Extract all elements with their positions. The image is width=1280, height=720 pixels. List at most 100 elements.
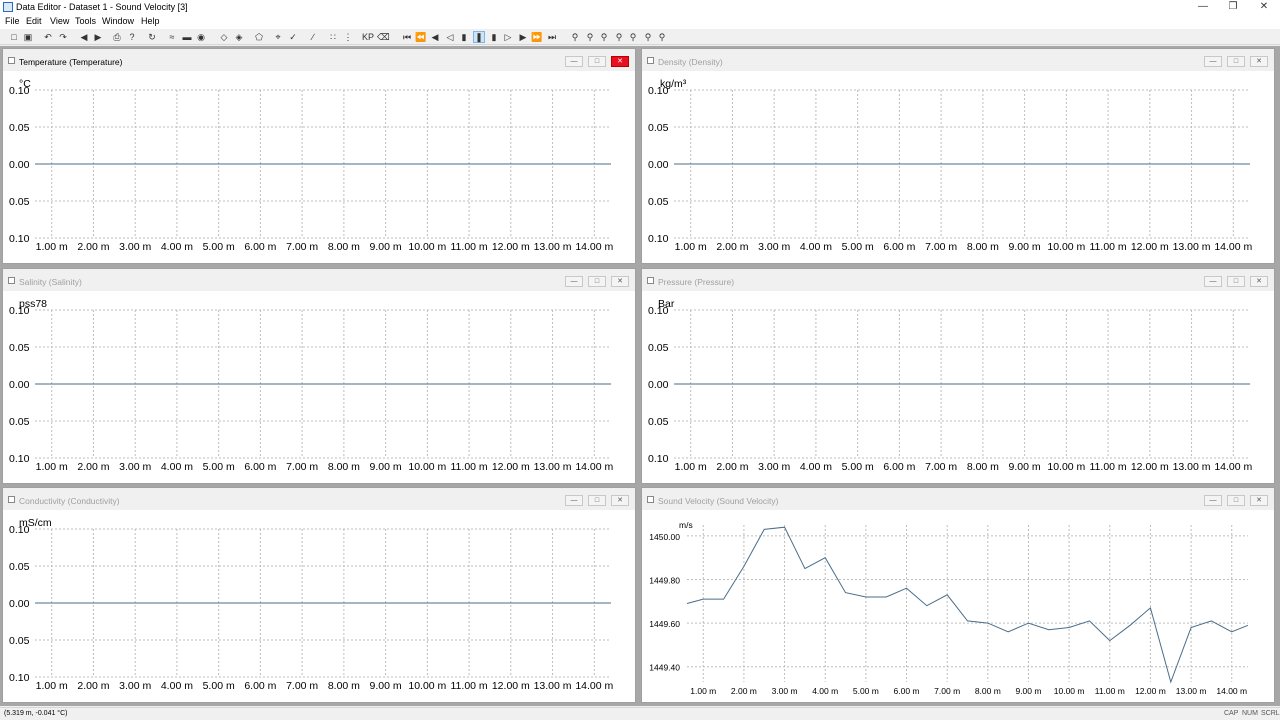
- temperature-title: Temperature (Temperature): [19, 57, 123, 67]
- menu-help[interactable]: Help: [141, 16, 160, 26]
- panel-minimize-icon[interactable]: —: [1204, 56, 1222, 67]
- panel-minimize-icon[interactable]: —: [1204, 276, 1222, 287]
- select-icon[interactable]: ◇: [218, 31, 230, 43]
- x-tick-label: 14.00 m: [575, 461, 613, 473]
- back-icon[interactable]: ◀: [78, 31, 90, 43]
- menu-tools[interactable]: Tools: [75, 16, 96, 26]
- forward-icon[interactable]: ▶: [92, 31, 104, 43]
- menu-file[interactable]: File: [5, 16, 20, 26]
- panel-salinity[interactable]: Salinity (Salinity) — □ ✕ 1.00 m 2.00 m 3.00 m…: [2, 268, 636, 484]
- zoom-out-icon[interactable]: ⚲: [598, 31, 610, 43]
- first-icon[interactable]: ⏮: [401, 31, 413, 43]
- pressure-chart[interactable]: 1.00 m 2.00 m 3.00 m 4.00 m 5.00 m 6.00 m 7.00…: [642, 291, 1274, 483]
- kp-button[interactable]: KP: [361, 31, 375, 43]
- y-tick-label: 0.05: [9, 416, 30, 428]
- check-icon[interactable]: ✓: [287, 31, 299, 43]
- panel-pressure[interactable]: Pressure (Pressure) — □ ✕ 1.00 m 2.00 m 3.00 m…: [641, 268, 1275, 484]
- y-tick-label: 0.05: [648, 342, 669, 354]
- x-tick-label: 11.00 m: [451, 680, 488, 692]
- menu-view[interactable]: View: [50, 16, 69, 26]
- x-tick-label: 11.00 m: [1090, 241, 1127, 253]
- density-chart[interactable]: 1.00 m 2.00 m 3.00 m 4.00 m 5.00 m 6.00 m 7.00…: [642, 71, 1274, 263]
- menu-window[interactable]: Window: [102, 16, 134, 26]
- back-one-icon[interactable]: ◁: [444, 31, 456, 43]
- step-back-icon[interactable]: ◀: [429, 31, 441, 43]
- panel-window-icon: [647, 57, 654, 64]
- panel-close-icon[interactable]: ✕: [611, 495, 629, 506]
- redo-icon[interactable]: ↷: [57, 31, 69, 43]
- x-tick-label: 6.00 m: [883, 241, 915, 253]
- panel-minimize-icon[interactable]: —: [1204, 495, 1222, 506]
- zoom-icon[interactable]: ⚲: [569, 31, 581, 43]
- panel-close-icon[interactable]: ✕: [1250, 495, 1268, 506]
- panel-close-icon[interactable]: ✕: [611, 276, 629, 287]
- y-tick-label: 0.10: [9, 233, 30, 245]
- zoom-fit-icon[interactable]: ⚲: [613, 31, 625, 43]
- save-icon[interactable]: ▣: [22, 31, 34, 43]
- scatter-icon[interactable]: ⋮: [342, 31, 354, 43]
- panel-maximize-icon[interactable]: □: [1227, 276, 1245, 287]
- pause-icon[interactable]: ❚: [473, 31, 485, 43]
- zoom-extent-icon[interactable]: ⚲: [627, 31, 639, 43]
- panel-maximize-icon[interactable]: □: [588, 495, 606, 506]
- panel-maximize-icon[interactable]: □: [588, 276, 606, 287]
- sound-velocity-title-bar[interactable]: Sound Velocity (Sound Velocity) — □ ✕: [642, 488, 1274, 510]
- erase-icon[interactable]: ⌫: [377, 31, 390, 43]
- panel-temperature[interactable]: Temperature (Temperature) — □ ✕ 1.00 m 2.00 m…: [2, 48, 636, 264]
- close-icon[interactable]: ✕: [1249, 0, 1279, 15]
- panel-minimize-icon[interactable]: —: [565, 495, 583, 506]
- panel-maximize-icon[interactable]: □: [1227, 495, 1245, 506]
- fast-back-icon[interactable]: ⏪: [415, 31, 427, 43]
- play-icon[interactable]: ▷: [502, 31, 514, 43]
- prev-frame-icon[interactable]: ▮: [458, 31, 470, 43]
- globe-icon[interactable]: ◉: [195, 31, 207, 43]
- minimize-icon[interactable]: —: [1188, 0, 1218, 15]
- zoom-in-icon[interactable]: ⚲: [584, 31, 596, 43]
- salinity-chart[interactable]: 1.00 m 2.00 m 3.00 m 4.00 m 5.00 m 6.00 m 7.00…: [3, 291, 635, 483]
- salinity-title-bar[interactable]: Salinity (Salinity) — □ ✕: [3, 269, 635, 291]
- restore-icon[interactable]: ❐: [1218, 0, 1248, 15]
- x-tick-label: 4.00 m: [161, 461, 193, 473]
- panel-close-icon[interactable]: ✕: [1250, 276, 1268, 287]
- zoom-window-icon[interactable]: ⚲: [642, 31, 654, 43]
- new-icon[interactable]: □: [8, 31, 20, 43]
- panel-minimize-icon[interactable]: —: [565, 56, 583, 67]
- panel-maximize-icon[interactable]: □: [588, 56, 606, 67]
- refresh-icon[interactable]: ↻: [146, 31, 158, 43]
- panel-density[interactable]: Density (Density) — □ ✕ 1.00 m 2.00 m 3.00 m 4.…: [641, 48, 1275, 264]
- fast-forward-icon[interactable]: ⏩: [531, 31, 543, 43]
- panel-minimize-icon[interactable]: —: [565, 276, 583, 287]
- menu-edit[interactable]: Edit: [26, 16, 42, 26]
- zoom-all-icon[interactable]: ⚲: [656, 31, 668, 43]
- step-forward-icon[interactable]: ▶: [517, 31, 529, 43]
- polygon-icon[interactable]: ⬠: [253, 31, 265, 43]
- density-title: Density (Density): [658, 57, 723, 67]
- x-tick-label: 3.00 m: [119, 680, 151, 692]
- temperature-chart[interactable]: 1.00 m 2.00 m 3.00 m 4.00 m 5.00 m 6.00 m 7.00…: [3, 71, 635, 263]
- cap-indicator: CAP: [1224, 710, 1239, 717]
- conductivity-chart[interactable]: 1.00 m 2.00 m 3.00 m 4.00 m 5.00 m 6.00 m 7.00…: [3, 510, 635, 702]
- pressure-title-bar[interactable]: Pressure (Pressure) — □ ✕: [642, 269, 1274, 291]
- conductivity-title-bar[interactable]: Conductivity (Conductivity) — □ ✕: [3, 488, 635, 510]
- measure-icon[interactable]: ▬: [181, 31, 193, 43]
- panel-close-icon[interactable]: ✕: [611, 56, 629, 67]
- panel-close-icon[interactable]: ✕: [1250, 56, 1268, 67]
- node-icon[interactable]: ∷: [327, 31, 339, 43]
- undo-icon[interactable]: ↶: [42, 31, 54, 43]
- panel-maximize-icon[interactable]: □: [1227, 56, 1245, 67]
- print-icon[interactable]: ⎙: [111, 31, 123, 43]
- draw-line-icon[interactable]: ∕: [307, 31, 319, 43]
- status-bar: (5.319 m, -0.041 °C) CAP NUM SCRL: [0, 707, 1280, 720]
- density-title-bar[interactable]: Density (Density) — □ ✕: [642, 49, 1274, 71]
- edit-point-icon[interactable]: ⌖: [272, 31, 284, 43]
- panel-sound-velocity[interactable]: Sound Velocity (Sound Velocity) — □ ✕ 1.00 m…: [641, 487, 1275, 703]
- deselect-icon[interactable]: ◈: [233, 31, 245, 43]
- last-icon[interactable]: ⏭: [546, 31, 558, 43]
- panel-conductivity[interactable]: Conductivity (Conductivity) — □ ✕ 1.00 m 2.00…: [2, 487, 636, 703]
- wave-icon[interactable]: ≈: [166, 31, 178, 43]
- sound-velocity-chart[interactable]: 1.00 m 2.00 m 3.00 m 4.00 m 5.00 m 6.00 m 7.00…: [642, 510, 1274, 702]
- next-frame-icon[interactable]: ▮: [488, 31, 500, 43]
- temperature-title-bar[interactable]: Temperature (Temperature) — □ ✕: [3, 49, 635, 71]
- app-icon: [3, 2, 13, 12]
- help-icon[interactable]: ?: [126, 31, 138, 43]
